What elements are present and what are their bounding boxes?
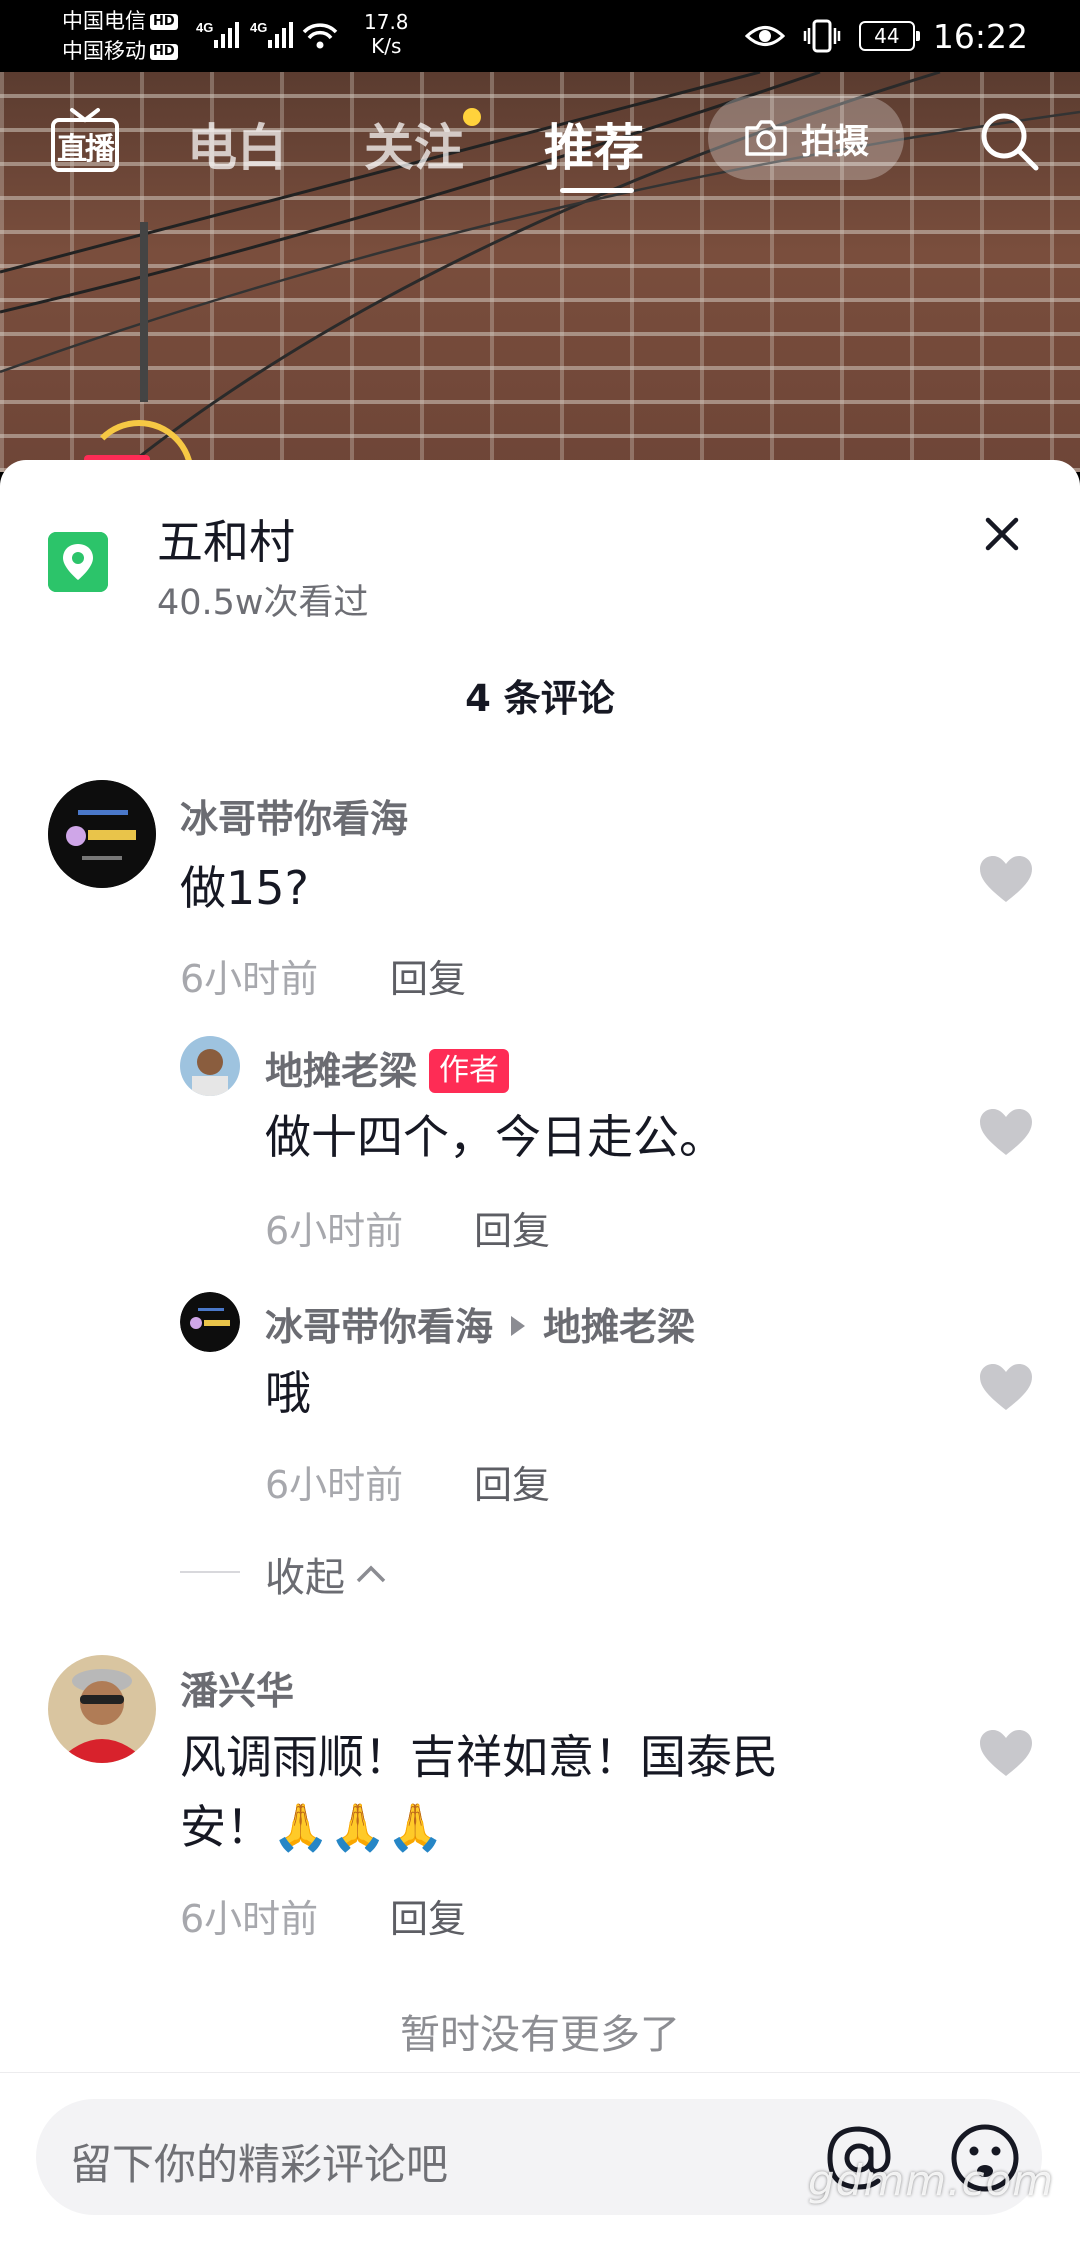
chevron-up-icon: [356, 1565, 386, 1583]
watermark: gdmm.com: [808, 2156, 1055, 2205]
comment-count: 4 条评论: [465, 677, 615, 720]
heart-icon[interactable]: [978, 854, 1034, 904]
close-icon[interactable]: [980, 512, 1024, 556]
avatar[interactable]: [48, 1655, 156, 1763]
no-more-comments: 暂时没有更多了: [400, 2012, 680, 2058]
username-text: 冰哥带你看海: [265, 1305, 494, 1349]
avatar[interactable]: [180, 1292, 240, 1352]
camera-icon: [745, 120, 787, 156]
reply-to-username[interactable]: 地摊老梁: [543, 1305, 695, 1349]
shoot-label: 拍摄: [801, 121, 869, 162]
carrier-2: 中国移动: [62, 39, 146, 63]
avatar-image: [180, 1036, 240, 1096]
location-pin-icon: [48, 532, 108, 592]
comment-sheet: 五和村 40.5w次看过 4 条评论 冰哥带你看海 做15? 6小时前 回复 地…: [0, 460, 1080, 2244]
avatar[interactable]: [180, 1036, 240, 1096]
network-1: 4G: [196, 20, 213, 35]
collapse-replies-button[interactable]: 收起: [265, 1545, 387, 1603]
avatar-image: [180, 1292, 240, 1352]
network-speed: 17.8 K/s: [364, 10, 409, 58]
active-tab-indicator: [560, 188, 634, 193]
location-name[interactable]: 五和村: [157, 506, 295, 572]
carrier-1: 中国电信: [62, 9, 146, 33]
comment-time: 6小时前: [180, 1897, 319, 1941]
comment-time: 6小时前: [180, 957, 319, 1001]
username-text: 地摊老梁: [265, 1049, 418, 1093]
carrier-info: 中国电信 HD 中国移动 HD: [62, 6, 178, 66]
speed-value: 17.8: [364, 10, 409, 34]
reply-button[interactable]: 回复: [474, 1200, 550, 1255]
tab-following[interactable]: 关注: [364, 108, 464, 180]
comment-username[interactable]: 潘兴华: [180, 1660, 294, 1715]
comment-text-line-2: 安！🙏🙏🙏: [180, 1800, 444, 1854]
hd-badge-2: HD: [150, 44, 178, 60]
new-content-dot: [463, 108, 481, 126]
speed-unit: K/s: [371, 34, 402, 58]
tab-local[interactable]: 电白: [187, 108, 287, 180]
collapse-label: 收起: [265, 1555, 345, 1601]
shoot-button[interactable]: 拍摄: [708, 96, 904, 180]
comment-text-line-1: 风调雨顺！吉祥如意！国泰民: [180, 1730, 778, 1784]
tab-recommended[interactable]: 推荐: [544, 108, 644, 180]
reply-button[interactable]: 回复: [390, 1888, 466, 1943]
author-badge: 作者: [429, 1049, 510, 1093]
comment-username[interactable]: 冰哥带你看海: [180, 788, 408, 843]
heart-icon[interactable]: [978, 1362, 1034, 1412]
vibrate-icon: [803, 19, 841, 53]
location-views: 40.5w次看过: [157, 583, 369, 623]
live-label[interactable]: 直播: [50, 124, 120, 168]
collapse-divider: [180, 1571, 240, 1573]
comment-time: 6小时前: [265, 1209, 404, 1253]
avatar[interactable]: [48, 780, 156, 888]
reply-arrow-icon: [511, 1316, 526, 1336]
battery-icon: 44: [858, 21, 920, 51]
comment-text: 做15?: [180, 861, 309, 915]
hd-badge-1: HD: [150, 14, 178, 30]
comment-text: 做十四个，今日走公。: [265, 1110, 725, 1164]
comment-time: 6小时前: [265, 1463, 404, 1507]
comment-username[interactable]: 地摊老梁 作者: [265, 1040, 510, 1095]
avatar-image: [48, 780, 156, 888]
network-2: 4G: [250, 20, 267, 35]
avatar-image: [48, 1655, 156, 1763]
status-bar: 中国电信 HD 中国移动 HD 4G 4G 17.8 K/s 44 16:22: [0, 0, 1080, 72]
reply-button[interactable]: 回复: [474, 1454, 550, 1509]
heart-icon[interactable]: [978, 1728, 1034, 1778]
eye-icon: [744, 26, 785, 46]
heart-icon[interactable]: [978, 1107, 1034, 1157]
comment-text: 哦: [265, 1366, 311, 1420]
top-nav: 直播 电白 关注 推荐 拍摄: [0, 90, 1080, 200]
signal-icon: 4G 4G: [196, 20, 338, 49]
search-icon[interactable]: [976, 108, 1042, 174]
clock: 16:22: [932, 16, 1028, 56]
comment-username[interactable]: 冰哥带你看海 地摊老梁: [265, 1296, 695, 1351]
comment-input-placeholder: 留下你的精彩评论吧: [70, 2140, 449, 2189]
reply-button[interactable]: 回复: [390, 948, 466, 1003]
